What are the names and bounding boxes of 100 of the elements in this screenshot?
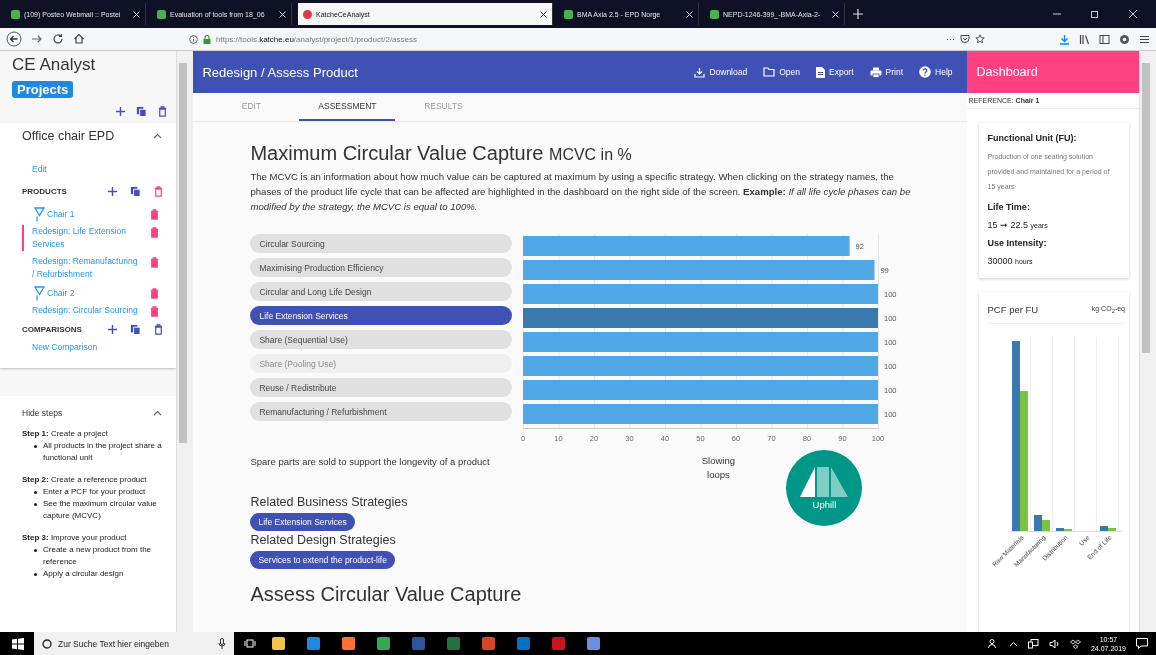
- strategy-button[interactable]: Reuse / Redistribute: [250, 378, 513, 397]
- strategy-button[interactable]: Circular Sourcing: [250, 234, 513, 253]
- home-icon[interactable]: [73, 33, 85, 45]
- chevron-icon[interactable]: [153, 410, 163, 416]
- app-title: CE Analyst: [12, 55, 97, 75]
- section-heading: Assess Circular Value Capture: [250, 583, 523, 606]
- heading-unit: MCVC in %: [549, 146, 632, 163]
- library-icon[interactable]: [1079, 33, 1090, 45]
- strategy-button[interactable]: Circular and Long Life Design: [250, 282, 513, 301]
- scrollbar[interactable]: [176, 51, 194, 632]
- network-icon[interactable]: [1027, 638, 1039, 649]
- delete-icon[interactable]: [149, 209, 161, 220]
- step-text: See the maximum circular value capture (MCVC): [43, 498, 158, 522]
- add-icon[interactable]: [115, 106, 127, 117]
- strategy-chip[interactable]: Life Extension Services: [250, 513, 355, 531]
- app-icon[interactable]: [342, 637, 355, 650]
- info-label: Functional Unit (FU):: [987, 133, 1078, 143]
- delete-icon[interactable]: [149, 257, 161, 268]
- copy-icon[interactable]: [130, 324, 142, 335]
- info-value: 30000: [987, 256, 1013, 266]
- help-button[interactable]: Help: [919, 64, 953, 80]
- info-value: 15 ➞ 22.5: [987, 220, 1029, 230]
- page-menu-button[interactable]: ···: [946, 34, 955, 44]
- help-icon: [919, 66, 932, 78]
- page-title: Redesign / Assess Product: [202, 64, 358, 80]
- windows-icon[interactable]: [12, 637, 24, 650]
- task-view-icon[interactable]: [244, 638, 256, 649]
- copy-icon[interactable]: [136, 106, 148, 117]
- strategy-button[interactable]: Share (Sequential Use): [250, 330, 513, 349]
- export-button[interactable]: Export: [816, 64, 854, 80]
- new-tab-icon[interactable]: [853, 9, 863, 19]
- menu-icon[interactable]: [1139, 33, 1150, 45]
- download-icon: [694, 66, 706, 78]
- copy-icon[interactable]: [130, 186, 142, 197]
- bullet-icon: [34, 445, 37, 448]
- extension-icon[interactable]: [1119, 33, 1130, 45]
- print-button[interactable]: Print: [869, 64, 904, 80]
- site-icon: [157, 9, 166, 19]
- strategy-button[interactable]: Remanufacturing / Refurbishment: [250, 402, 513, 421]
- info-icon[interactable]: [189, 34, 198, 44]
- document-icon: [816, 66, 825, 78]
- loop-type-label: Slowing loops: [700, 454, 737, 482]
- back-icon[interactable]: [6, 31, 22, 47]
- description-text: The MCVC is an information about how much value can be captured at maximum by using a specific strategy. When clicking on the strategy names, the phases of the product life cycle that can be affected are highlighted in the dashboard on the right side of the screen. Example: If all life cycle phases can be modified by the strategy, the MCVC is equal to 100%.: [250, 170, 912, 214]
- comparisons-label: COMPARISONS: [22, 325, 83, 334]
- delete-icon[interactable]: [149, 227, 161, 238]
- subheading: Related Design Strategies: [250, 533, 397, 547]
- products-label: PRODUCTS: [22, 187, 68, 196]
- people-icon[interactable]: [987, 638, 999, 649]
- strategy-button[interactable]: Life Extension Services: [250, 306, 513, 325]
- forward-icon[interactable]: [31, 33, 43, 45]
- step-title: Step 2: Create a reference product: [22, 475, 147, 484]
- tab[interactable]: ASSESSMENT: [299, 93, 396, 121]
- chevron-icon[interactable]: [153, 133, 163, 139]
- step-text: Create a new product from the reference: [43, 544, 153, 568]
- section-heading: Maximum Circular Value Capture: [250, 142, 544, 164]
- add-icon[interactable]: [107, 324, 119, 335]
- pocket-icon[interactable]: [960, 34, 970, 44]
- strategy-button[interactable]: Maximising Production Efficiency: [250, 258, 513, 277]
- microphone-icon[interactable]: [218, 638, 226, 649]
- subheading: Related Business Strategies: [250, 495, 409, 509]
- step-title: Step 3: Improve your product: [22, 533, 127, 542]
- reload-icon[interactable]: [52, 33, 64, 45]
- uphill-badge: Uphill: [786, 450, 863, 526]
- add-icon[interactable]: [107, 186, 119, 197]
- delete-icon[interactable]: [149, 306, 161, 317]
- site-icon: [303, 9, 312, 19]
- triangle-icon[interactable]: [34, 286, 45, 301]
- notification-icon[interactable]: [1136, 638, 1148, 649]
- step-text: All products in the project share a functional unit: [43, 440, 163, 464]
- speaker-icon[interactable]: [1048, 638, 1060, 649]
- step-text: Enter a PCF for your product: [43, 486, 146, 498]
- folder-icon: [763, 67, 776, 77]
- app-icon[interactable]: [272, 637, 285, 650]
- slope-icon: [800, 466, 849, 497]
- caret-icon[interactable]: [1008, 640, 1018, 647]
- bullet-icon: [34, 573, 37, 576]
- hide-steps-toggle[interactable]: Hide steps: [22, 408, 63, 418]
- close-icon[interactable]: [540, 10, 547, 18]
- printer-icon: [869, 66, 882, 78]
- projects-button[interactable]: Projects: [12, 81, 74, 98]
- delete-icon[interactable]: [157, 106, 169, 117]
- bullet-icon: [34, 491, 37, 494]
- strategy-chip[interactable]: Services to extend the product-life: [250, 551, 395, 569]
- download-icon[interactable]: [1059, 33, 1070, 45]
- open-button[interactable]: Open: [763, 65, 800, 79]
- scrollbar[interactable]: [1139, 51, 1156, 632]
- dashboard-title: Dashboard: [976, 65, 1038, 79]
- project-name[interactable]: Office chair EPD: [22, 129, 115, 143]
- delete-icon[interactable]: [153, 324, 165, 335]
- star-icon[interactable]: [975, 34, 985, 44]
- delete-icon[interactable]: [153, 186, 165, 197]
- taskbar-search-field[interactable]: Zur Suche Text hier eingeben: [34, 632, 234, 655]
- chart-title: PCF per FU: [987, 304, 1039, 315]
- delete-icon[interactable]: [149, 288, 161, 299]
- download-button[interactable]: Download: [694, 64, 748, 80]
- triangle-icon[interactable]: [34, 207, 45, 222]
- restore-icon[interactable]: [1090, 9, 1100, 19]
- bullet-icon: [34, 549, 37, 552]
- sidebar-icon[interactable]: [1099, 33, 1110, 45]
